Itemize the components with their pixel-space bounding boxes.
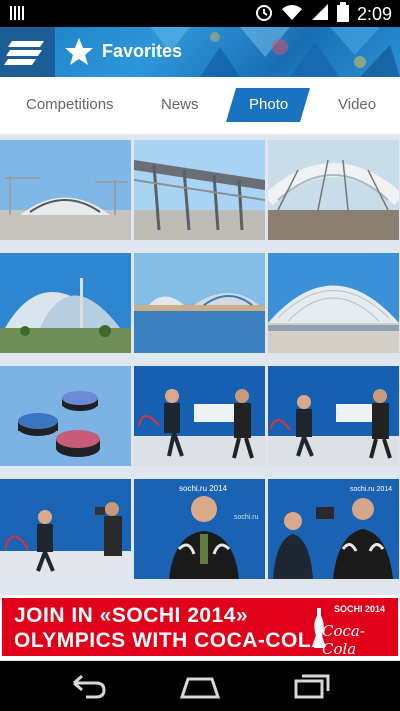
- tab-video[interactable]: Video: [338, 96, 376, 113]
- home-icon: [179, 677, 221, 699]
- recent-apps-button[interactable]: [292, 671, 332, 706]
- photo-grid: sochi.ru 2014 sochi.ru sochi.ru 2014: [0, 135, 400, 595]
- coca-cola-logo: SOCHI 2014 Coca-Cola: [312, 602, 390, 658]
- logo-brand-text: Coca-Cola: [322, 622, 365, 658]
- photo-thumbnail[interactable]: [134, 253, 265, 353]
- star-icon: [64, 37, 94, 72]
- tab-bar: Competitions News Photo Video: [0, 77, 400, 135]
- page-title: Favorites: [102, 41, 183, 61]
- sochi-pattern-background: [150, 27, 400, 77]
- photo-thumbnail[interactable]: sochi.ru 2014: [268, 479, 399, 579]
- system-nav-bar: [0, 661, 400, 711]
- battery-icon: [336, 2, 349, 27]
- svg-text:sochi.ru 2014: sochi.ru 2014: [179, 484, 228, 493]
- tab-competitions[interactable]: Competitions: [26, 96, 114, 113]
- photo-thumbnail[interactable]: [0, 253, 131, 353]
- recent-apps-icon: [294, 674, 330, 699]
- photo-thumbnail[interactable]: [268, 253, 399, 353]
- back-button[interactable]: [68, 671, 108, 706]
- photo-thumbnail[interactable]: [268, 140, 399, 240]
- status-bar: 2:09: [0, 0, 400, 27]
- signal-icon: [311, 3, 329, 26]
- advertisement-banner[interactable]: JOIN IN «SOCHI 2014» OLYMPICS WITH COCA-…: [0, 595, 400, 660]
- svg-text:sochi.ru: sochi.ru: [234, 514, 259, 521]
- menu-button[interactable]: [0, 27, 55, 77]
- app-bar: Favorites: [0, 27, 400, 77]
- status-time: 2:09: [356, 4, 392, 24]
- photo-thumbnail[interactable]: [134, 140, 265, 240]
- home-button[interactable]: [179, 671, 221, 706]
- svg-text:sochi.ru 2014: sochi.ru 2014: [350, 486, 392, 493]
- alarm-icon: [255, 3, 273, 26]
- photo-thumbnail[interactable]: sochi.ru 2014 sochi.ru: [134, 479, 265, 579]
- photo-thumbnail[interactable]: [0, 140, 131, 240]
- tab-news[interactable]: News: [161, 96, 199, 113]
- back-icon: [73, 674, 106, 699]
- photo-thumbnail[interactable]: [0, 479, 131, 579]
- notification-bars-icon: [10, 6, 24, 25]
- photo-thumbnail[interactable]: [268, 366, 399, 466]
- logo-event-text: SOCHI 2014: [334, 604, 386, 614]
- ad-headline: JOIN IN «SOCHI 2014»: [14, 604, 249, 627]
- ad-subline: OLYMPICS WITH COCA-COLA: [14, 629, 327, 652]
- wifi-icon: [281, 3, 303, 26]
- tab-photo[interactable]: Photo: [249, 96, 288, 113]
- menu-icon: [4, 41, 44, 65]
- photo-thumbnail[interactable]: [0, 366, 131, 466]
- photo-thumbnail[interactable]: [134, 366, 265, 466]
